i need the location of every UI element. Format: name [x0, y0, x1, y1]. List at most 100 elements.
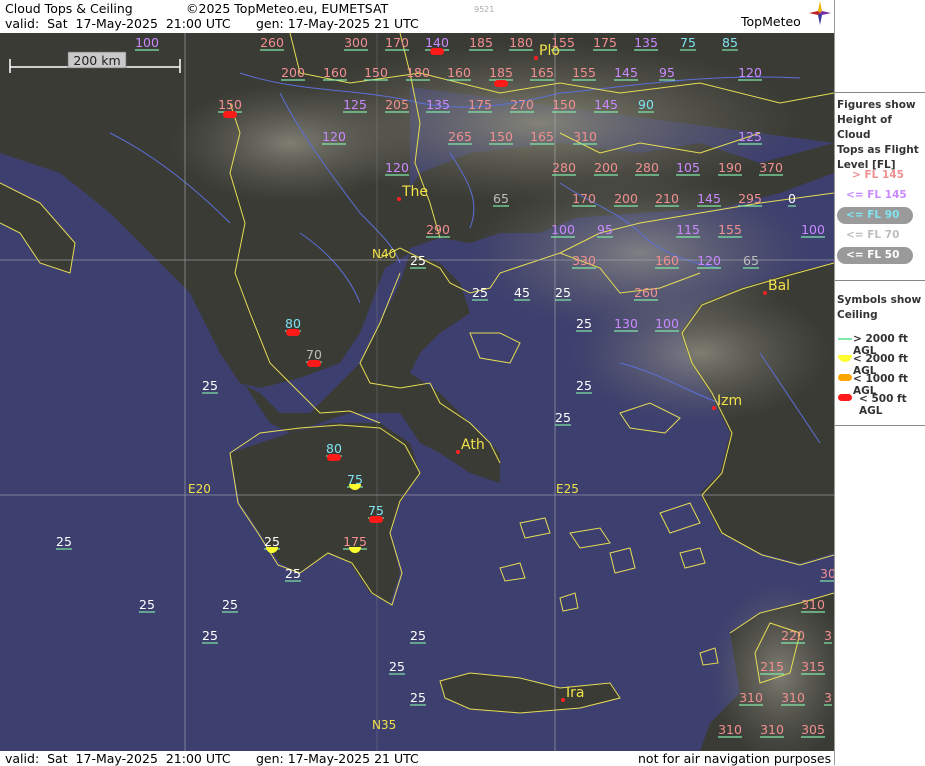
flight-level-label: 70	[306, 347, 322, 362]
flight-level-label: 130	[614, 316, 638, 331]
flight-level-label: 3	[824, 628, 832, 643]
flight-level-label: 25	[202, 378, 218, 393]
flight-level-label: 115	[676, 222, 700, 237]
flight-level-label: 220	[781, 628, 805, 643]
flight-level-label: 100	[551, 222, 575, 237]
city-dot	[456, 450, 460, 454]
flight-level-label: 25	[576, 316, 592, 331]
flight-level-label: 75	[368, 503, 384, 518]
flight-level-label: 370	[759, 160, 783, 175]
flight-level-label: 25	[56, 534, 72, 549]
flight-level-label: 25	[139, 597, 155, 612]
disclaimer-text: not for air navigation purposes	[638, 751, 832, 766]
flight-level-label: 25	[264, 534, 280, 549]
flight-level-label: 140	[425, 35, 449, 50]
city-label: The	[401, 184, 428, 200]
flight-level-label: 290	[426, 222, 450, 237]
flight-level-label: 85	[722, 35, 738, 50]
flight-level-label: 45	[514, 285, 530, 300]
valid-time: valid: Sat 17-May-2025 21:00 UTC	[5, 16, 231, 31]
flight-level-label: 280	[552, 160, 576, 175]
city-dot	[534, 56, 538, 60]
flight-level-label: 120	[385, 160, 409, 175]
city-dot	[712, 406, 716, 410]
flight-level-label: 25	[202, 628, 218, 643]
flight-level-label: 260	[260, 35, 284, 50]
flight-level-label: 120	[738, 65, 762, 80]
flight-level-label: 145	[697, 191, 721, 206]
legend-divider	[835, 425, 925, 426]
flight-level-label: 65	[743, 253, 759, 268]
ceiling-lt2000-icon	[838, 355, 852, 362]
flight-level-label: 160	[447, 65, 471, 80]
flight-level-label: 180	[509, 35, 533, 50]
flight-level-label: 185	[489, 65, 513, 80]
flight-level-label: 145	[594, 97, 618, 112]
flight-level-label: 80	[285, 316, 301, 331]
flight-level-label: 165	[530, 129, 554, 144]
flight-level-label: 170	[572, 191, 596, 206]
map-canvas: 100 260 300 170 140 185 180 155 175 135 75 85200 160…	[0, 33, 834, 751]
flight-level-label: 310	[739, 690, 763, 705]
flight-level-label: 315	[801, 659, 825, 674]
flight-level-label: 80	[326, 441, 342, 456]
flight-level-label: 310	[801, 597, 825, 612]
flight-level-label: 105	[676, 160, 700, 175]
topmeteo-logo: TopMeteo	[741, 14, 801, 29]
symbols-heading: Symbols show Ceiling	[837, 293, 921, 323]
flight-level-label: 25	[410, 628, 426, 643]
flight-level-label: 200	[614, 191, 638, 206]
ceiling-lt500-symbol	[286, 329, 300, 336]
flight-level-label: 25	[410, 253, 426, 268]
graticule-label: E25	[556, 482, 579, 496]
city-dot	[763, 291, 767, 295]
legend-ceiling-lt500: < 500 ft AGL	[859, 393, 907, 417]
flight-level-label: 65	[493, 191, 509, 206]
flight-level-label: 25	[472, 285, 488, 300]
flight-level-label: 310	[718, 722, 742, 737]
satellite-map[interactable]: 100 260 300 170 140 185 180 155 175 135 75 85 200 160…	[0, 33, 834, 751]
ceiling-lt500-symbol	[327, 454, 341, 461]
copyright-text: ©2025 TopMeteo.eu, EUMETSAT	[186, 1, 389, 16]
flight-level-label: 150	[364, 65, 388, 80]
flight-level-label: 30	[820, 566, 834, 581]
flight-level-label: 200	[594, 160, 618, 175]
figures-heading-line: Figures show	[837, 99, 916, 111]
flight-level-label: 150	[552, 97, 576, 112]
flight-level-label: 305	[801, 722, 825, 737]
flight-level-label: 155	[572, 65, 596, 80]
flight-level-label: 175	[468, 97, 492, 112]
legend-fl-le50: <= FL 50	[846, 249, 900, 261]
ceiling-lt500-symbol	[223, 111, 237, 118]
flight-level-label: 75	[680, 35, 696, 50]
flight-level-label: 25	[576, 378, 592, 393]
map-title: Cloud Tops & Ceiling	[5, 1, 133, 16]
city-dot	[561, 698, 565, 702]
legend-divider	[835, 92, 925, 93]
header-bar: Cloud Tops & Ceiling ©2025 TopMeteo.eu, …	[0, 0, 834, 33]
flight-level-label: 120	[697, 253, 721, 268]
flight-level-label: 310	[760, 722, 784, 737]
graticule-label: N35	[372, 718, 396, 732]
flight-level-label: 125	[738, 129, 762, 144]
footer-bar: valid: Sat 17-May-2025 21:00 UTC gen: 17…	[0, 751, 834, 766]
scale-label: 200 km	[73, 53, 120, 68]
flight-level-label: 280	[635, 160, 659, 175]
flight-level-label: 170	[385, 35, 409, 50]
flight-level-label: 145	[614, 65, 638, 80]
flight-level-label: 95	[659, 65, 675, 80]
flight-level-label: 100	[135, 35, 159, 50]
flight-level-label: 150	[489, 129, 513, 144]
flight-level-label: 270	[510, 97, 534, 112]
flight-level-label: 3	[824, 690, 832, 705]
flight-level-label: 120	[322, 129, 346, 144]
figures-heading-line: Tops as Flight	[837, 144, 919, 156]
legend-fl-gt145: > FL 145	[852, 169, 904, 181]
flight-level-label: 125	[343, 97, 367, 112]
flight-level-label: 180	[406, 65, 430, 80]
flight-level-label: 135	[634, 35, 658, 50]
legend-fl-le90: <= FL 90	[846, 209, 900, 221]
ceiling-lt500-symbol	[494, 80, 508, 87]
symbols-heading-line: Symbols show	[837, 294, 922, 306]
flight-level-label: 90	[638, 97, 654, 112]
